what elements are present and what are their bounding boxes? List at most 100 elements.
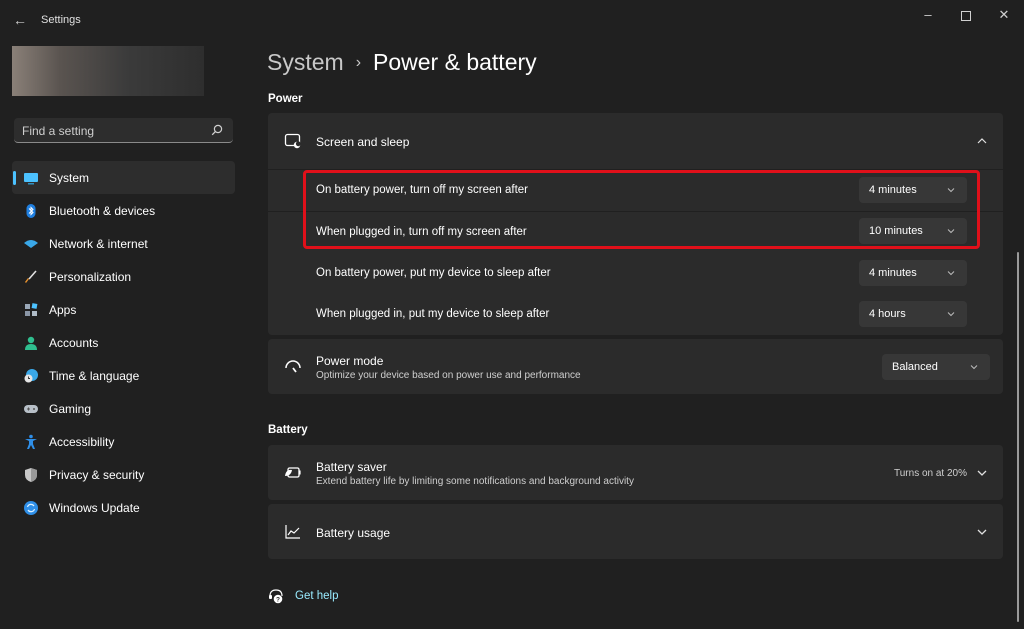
sidebar-item-label: Network & internet <box>49 237 148 251</box>
sidebar-item-accounts[interactable]: Accounts <box>12 326 235 359</box>
bluetooth-icon <box>26 204 36 218</box>
breadcrumb-separator: › <box>355 54 362 71</box>
sidebar-item-label: Accessibility <box>49 435 115 449</box>
line-chart-icon <box>285 525 300 539</box>
update-icon <box>24 501 38 515</box>
power-mode-dropdown[interactable]: Balanced <box>882 354 990 380</box>
battery-saver-card[interactable]: Battery saver Extend battery life by lim… <box>268 445 1003 500</box>
search-box <box>14 118 233 144</box>
screen-sleep-icon <box>284 133 301 149</box>
breadcrumb: System › Power & battery <box>267 49 537 76</box>
chevron-down-icon[interactable] <box>977 527 987 537</box>
scrollbar[interactable] <box>1017 252 1019 622</box>
sidebar-item-label: Accounts <box>49 336 99 350</box>
page-title: Power & battery <box>373 49 537 75</box>
chevron-down-icon <box>947 312 955 317</box>
chevron-down-icon[interactable] <box>977 468 987 478</box>
shield-icon <box>25 468 37 482</box>
sidebar-item-system[interactable]: System <box>12 161 235 194</box>
plugged-screen-off-dropdown[interactable]: 10 minutes <box>859 218 967 244</box>
active-indicator <box>13 171 16 185</box>
monitor-icon <box>24 173 38 185</box>
chevron-down-icon <box>947 229 955 234</box>
brush-icon <box>25 270 37 283</box>
screen-sleep-header[interactable]: Screen and sleep <box>268 113 1003 169</box>
person-icon <box>25 336 37 350</box>
battery-usage-title: Battery usage <box>316 526 391 540</box>
sidebar-item-time-language[interactable]: Time & language <box>12 359 235 392</box>
user-profile[interactable] <box>12 46 204 96</box>
dropdown-value: 10 minutes <box>869 225 923 237</box>
gamepad-icon <box>24 405 38 413</box>
plugged-sleep-dropdown[interactable]: 4 hours <box>859 301 967 327</box>
sidebar-item-label: Bluetooth & devices <box>49 204 156 218</box>
sidebar-item-privacy[interactable]: Privacy & security <box>12 458 235 491</box>
minimize-icon: – <box>924 7 932 22</box>
apps-icon <box>25 303 38 316</box>
row-label: On battery power, put my device to sleep… <box>316 267 551 279</box>
svg-text:?: ? <box>276 597 280 604</box>
clock-globe-icon <box>24 369 38 383</box>
close-button[interactable]: ✕ <box>986 4 1022 26</box>
close-icon: ✕ <box>998 7 1010 22</box>
setting-row: On battery power, turn off my screen aft… <box>268 170 1003 211</box>
power-mode-card: Power mode Optimize your device based on… <box>268 339 1003 394</box>
back-button[interactable]: ← <box>10 10 30 30</box>
breadcrumb-parent[interactable]: System <box>267 49 344 75</box>
sidebar-item-label: Personalization <box>49 270 132 284</box>
sidebar-nav: System Bluetooth & devices Network & int… <box>12 161 235 524</box>
power-mode-subtitle: Optimize your device based on power use … <box>316 370 581 381</box>
minimize-button[interactable]: – <box>910 4 946 26</box>
setting-row: When plugged in, turn off my screen afte… <box>268 212 1003 253</box>
search-icon[interactable] <box>211 124 223 136</box>
battery-saver-icon <box>285 467 301 478</box>
battery-screen-off-dropdown[interactable]: 4 minutes <box>859 177 967 203</box>
battery-saver-title: Battery saver <box>316 460 387 474</box>
sidebar-item-network[interactable]: Network & internet <box>12 227 235 260</box>
dropdown-value: 4 hours <box>869 308 906 320</box>
battery-sleep-dropdown[interactable]: 4 minutes <box>859 260 967 286</box>
row-label: When plugged in, put my device to sleep … <box>316 308 550 320</box>
help-icon: ? <box>269 589 283 604</box>
battery-saver-status: Turns on at 20% <box>894 468 968 479</box>
sidebar-item-label: Privacy & security <box>49 468 145 482</box>
sidebar-item-windows-update[interactable]: Windows Update <box>12 491 235 524</box>
sidebar-item-accessibility[interactable]: Accessibility <box>12 425 235 458</box>
title-bar: ← Settings – ✕ <box>0 0 1024 40</box>
chevron-down-icon <box>947 188 955 193</box>
sidebar-item-apps[interactable]: Apps <box>12 293 235 326</box>
get-help-label: Get help <box>295 590 339 602</box>
battery-usage-card[interactable]: Battery usage <box>268 504 1003 559</box>
dropdown-value: 4 minutes <box>869 184 917 196</box>
sidebar-item-gaming[interactable]: Gaming <box>12 392 235 425</box>
section-label-battery: Battery <box>268 424 308 436</box>
wifi-icon <box>24 240 38 248</box>
sidebar-item-label: Time & language <box>49 369 140 383</box>
sidebar-item-bluetooth[interactable]: Bluetooth & devices <box>12 194 235 227</box>
battery-saver-subtitle: Extend battery life by limiting some not… <box>316 476 634 487</box>
gauge-icon <box>285 360 301 373</box>
accessibility-icon <box>25 434 37 449</box>
search-input[interactable] <box>14 118 214 144</box>
chevron-down-icon <box>947 271 955 276</box>
setting-row: On battery power, put my device to sleep… <box>268 253 1003 294</box>
arrow-left-icon: ← <box>13 12 27 28</box>
sidebar-item-label: Gaming <box>49 402 92 416</box>
setting-row: When plugged in, put my device to sleep … <box>268 294 1003 335</box>
chevron-up-icon[interactable] <box>977 136 987 146</box>
power-mode-title: Power mode <box>316 354 384 368</box>
sidebar-item-label: Apps <box>49 303 77 317</box>
section-label-power: Power <box>268 93 303 105</box>
chevron-down-icon <box>970 365 978 370</box>
app-title: Settings <box>41 14 81 26</box>
dropdown-value: 4 minutes <box>869 267 917 279</box>
row-label: When plugged in, turn off my screen afte… <box>316 226 527 238</box>
row-label: On battery power, turn off my screen aft… <box>316 184 528 196</box>
sidebar-item-personalization[interactable]: Personalization <box>12 260 235 293</box>
screen-sleep-title: Screen and sleep <box>316 135 410 149</box>
maximize-icon <box>961 10 971 21</box>
maximize-button[interactable] <box>948 4 984 26</box>
dropdown-value: Balanced <box>892 361 938 373</box>
sidebar-item-label: System <box>49 171 90 185</box>
sidebar-item-label: Windows Update <box>49 501 140 515</box>
